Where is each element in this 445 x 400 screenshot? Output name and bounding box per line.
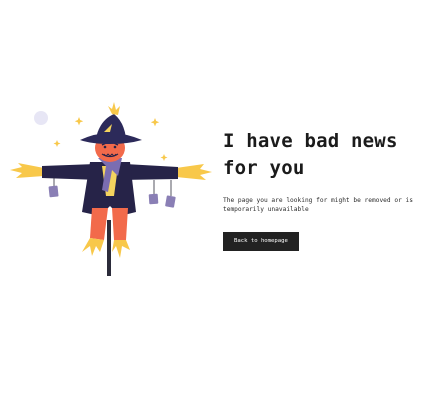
scarecrow-illustration [8,100,218,280]
back-to-homepage-button[interactable]: Back to homepage [223,232,299,251]
moon-icon [34,111,48,125]
page-title: I have bad news for you [223,130,398,179]
scarecrow-icon [10,102,212,276]
error-content: I have bad news for you The page you are… [223,128,438,251]
error-description: The page you are looking for might be re… [223,197,413,213]
